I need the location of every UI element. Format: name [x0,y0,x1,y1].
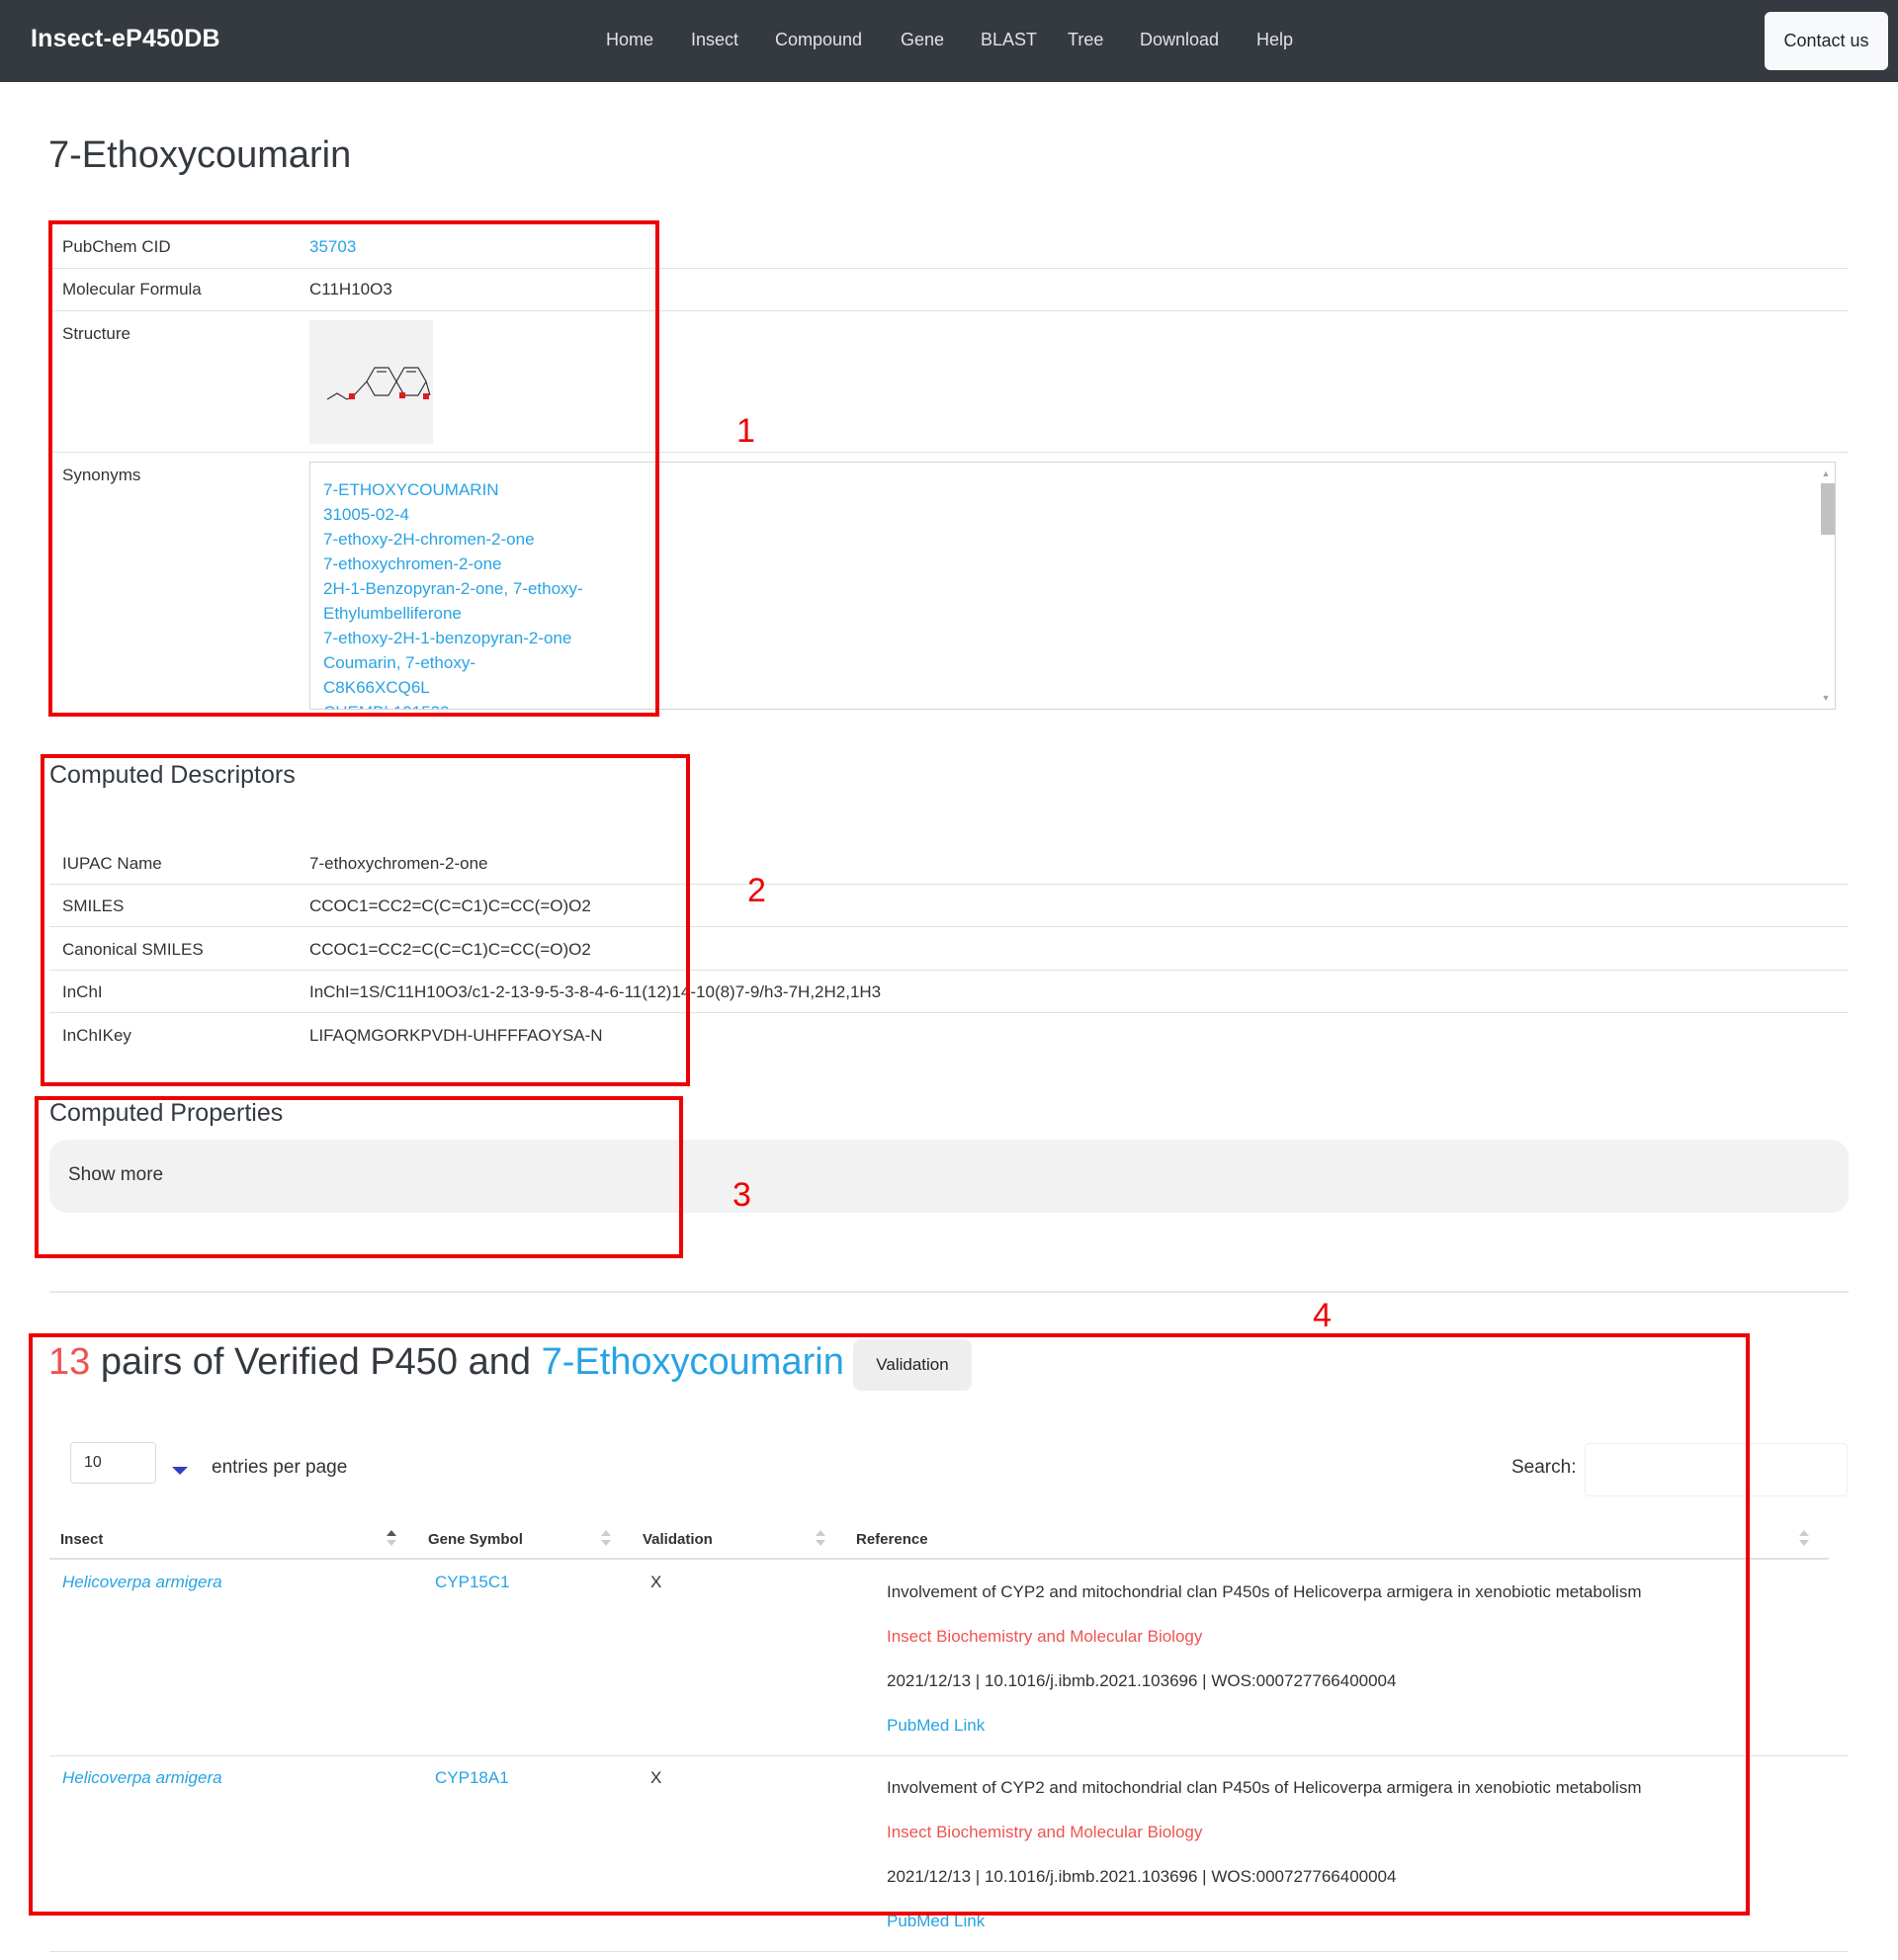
annotation-label-2: 2 [747,872,766,909]
annotation-label-4: 4 [1313,1297,1332,1334]
properties-title: Computed Properties [49,1099,284,1127]
pairs-count: 13 [48,1341,91,1383]
iupac-name-value: 7-ethoxychromen-2-one [309,854,488,873]
validation-button[interactable]: Validation [853,1339,972,1391]
structure-label: Structure [62,324,130,343]
divider [49,452,1849,453]
inchi-label: InChI [62,982,103,1001]
validation-value: X [650,1573,662,1591]
column-header-insect[interactable]: Insect [60,1531,103,1548]
nav-help[interactable]: Help [1256,30,1293,50]
contact-us-button[interactable]: Contact us [1765,12,1888,70]
chevron-down-icon[interactable] [172,1467,188,1475]
synonyms-listbox[interactable]: 7-ETHOXYCOUMARIN 31005-02-4 7-ethoxy-2H-… [309,462,1836,710]
sort-arrows-icon[interactable] [601,1528,611,1550]
synonym-item[interactable]: CHEMBL101530 [323,700,583,709]
divider [49,884,1849,885]
table-header-divider [49,1558,1829,1560]
inchikey-value: LIFAQMGORKPVDH-UHFFFAOYSA-N [309,1026,603,1045]
synonym-item[interactable]: 7-ethoxychromen-2-one [323,552,583,576]
synonym-item[interactable]: Coumarin, 7-ethoxy- [323,650,583,675]
scroll-down-arrow-icon[interactable]: ▼ [1817,690,1835,706]
canonical-smiles-label: Canonical SMILES [62,940,204,959]
inchikey-label: InChIKey [62,1026,131,1045]
reference-title: Involvement of CYP2 and mitochondrial cl… [887,1582,1642,1601]
insect-link[interactable]: Helicoverpa armigera [62,1573,222,1592]
pairs-compound-link[interactable]: 7-Ethoxycoumarin [542,1341,844,1383]
nav-download[interactable]: Download [1140,30,1219,50]
reference-meta: 2021/12/13 | 10.1016/j.ibmb.2021.103696 … [887,1867,1397,1886]
inchi-value: InChI=1S/C11H10O3/c1-2-13-9-5-3-8-4-6-11… [309,982,882,1001]
synonym-item[interactable]: 7-ethoxy-2H-1-benzopyran-2-one [323,626,583,650]
nav-insect[interactable]: Insect [691,30,738,50]
navbar: Insect-eP450DB Home Insect Compound Gene… [0,0,1898,82]
column-header-reference[interactable]: Reference [856,1531,928,1548]
synonym-item[interactable]: 31005-02-4 [323,502,583,527]
pubmed-link[interactable]: PubMed Link [887,1912,985,1931]
descriptors-title: Computed Descriptors [49,761,296,789]
page-title: 7-Ethoxycoumarin [48,134,352,176]
show-more-label: Show more [68,1164,164,1185]
smiles-label: SMILES [62,896,125,915]
show-more-toggle[interactable]: Show more [49,1140,1849,1213]
divider [49,268,1849,269]
pairs-heading-text: pairs of Verified P450 and [90,1341,542,1383]
divider [49,926,1849,927]
structure-image [309,320,433,444]
nav-home[interactable]: Home [606,30,653,50]
synonyms-list: 7-ETHOXYCOUMARIN 31005-02-4 7-ethoxy-2H-… [323,477,583,709]
page: Insect-eP450DB Home Insect Compound Gene… [0,0,1898,1960]
nav-tree[interactable]: Tree [1068,30,1103,50]
pubmed-link[interactable]: PubMed Link [887,1716,985,1736]
pubchem-cid-link[interactable]: 35703 [309,237,356,257]
molecular-formula-label: Molecular Formula [62,280,202,298]
gene-symbol-link[interactable]: CYP15C1 [435,1573,510,1592]
synonyms-scrollbar[interactable]: ▲ ▼ [1817,463,1835,709]
row-divider [49,1951,1849,1952]
synonyms-label: Synonyms [62,466,141,484]
sort-arrows-icon[interactable] [1799,1528,1809,1550]
pairs-heading: 13 pairs of Verified P450 and 7-Ethoxyco… [48,1341,844,1384]
scroll-up-arrow-icon[interactable]: ▲ [1817,466,1835,481]
nav-gene[interactable]: Gene [901,30,944,50]
synonym-item[interactable]: 7-ethoxy-2H-chromen-2-one [323,527,583,552]
entries-per-page-value: 10 [84,1454,102,1471]
insect-link[interactable]: Helicoverpa armigera [62,1768,222,1788]
reference-journal-link[interactable]: Insect Biochemistry and Molecular Biolog… [887,1627,1202,1647]
divider [49,310,1849,311]
nav-compound[interactable]: Compound [775,30,862,50]
divider [49,1012,1849,1013]
search-input[interactable] [1585,1443,1848,1496]
scroll-thumb[interactable] [1821,483,1835,535]
divider [49,970,1849,971]
reference-title: Involvement of CYP2 and mitochondrial cl… [887,1778,1642,1797]
reference-journal-link[interactable]: Insect Biochemistry and Molecular Biolog… [887,1823,1202,1842]
synonym-item[interactable]: C8K66XCQ6L [323,675,583,700]
iupac-name-label: IUPAC Name [62,854,162,873]
molecular-formula-value: C11H10O3 [309,280,392,298]
molecule-structure-drawing [326,367,431,400]
entries-per-page-label: entries per page [212,1457,348,1478]
validation-value: X [650,1768,662,1787]
column-header-validation[interactable]: Validation [643,1531,713,1548]
pubchem-cid-label: PubChem CID [62,237,171,256]
synonym-item[interactable]: 2H-1-Benzopyran-2-one, 7-ethoxy- [323,576,583,601]
entries-per-page-select[interactable]: 10 [70,1442,156,1484]
synonym-item[interactable]: Ethylumbelliferone [323,601,583,626]
annotation-label-3: 3 [733,1176,751,1214]
synonym-item[interactable]: 7-ETHOXYCOUMARIN [323,477,583,502]
sort-arrows-icon[interactable] [387,1528,396,1550]
reference-meta: 2021/12/13 | 10.1016/j.ibmb.2021.103696 … [887,1671,1397,1690]
brand-logo[interactable]: Insect-eP450DB [31,25,220,53]
nav-blast[interactable]: BLAST [981,30,1037,50]
annotation-label-1: 1 [736,412,755,450]
smiles-value: CCOC1=CC2=C(C=C1)C=CC(=O)O2 [309,896,591,915]
section-separator [49,1291,1849,1293]
sort-arrows-icon[interactable] [816,1528,825,1550]
gene-symbol-link[interactable]: CYP18A1 [435,1768,509,1788]
canonical-smiles-value: CCOC1=CC2=C(C=C1)C=CC(=O)O2 [309,940,591,959]
row-divider [49,1755,1849,1756]
search-label: Search: [1511,1457,1577,1478]
column-header-gene-symbol[interactable]: Gene Symbol [428,1531,523,1548]
